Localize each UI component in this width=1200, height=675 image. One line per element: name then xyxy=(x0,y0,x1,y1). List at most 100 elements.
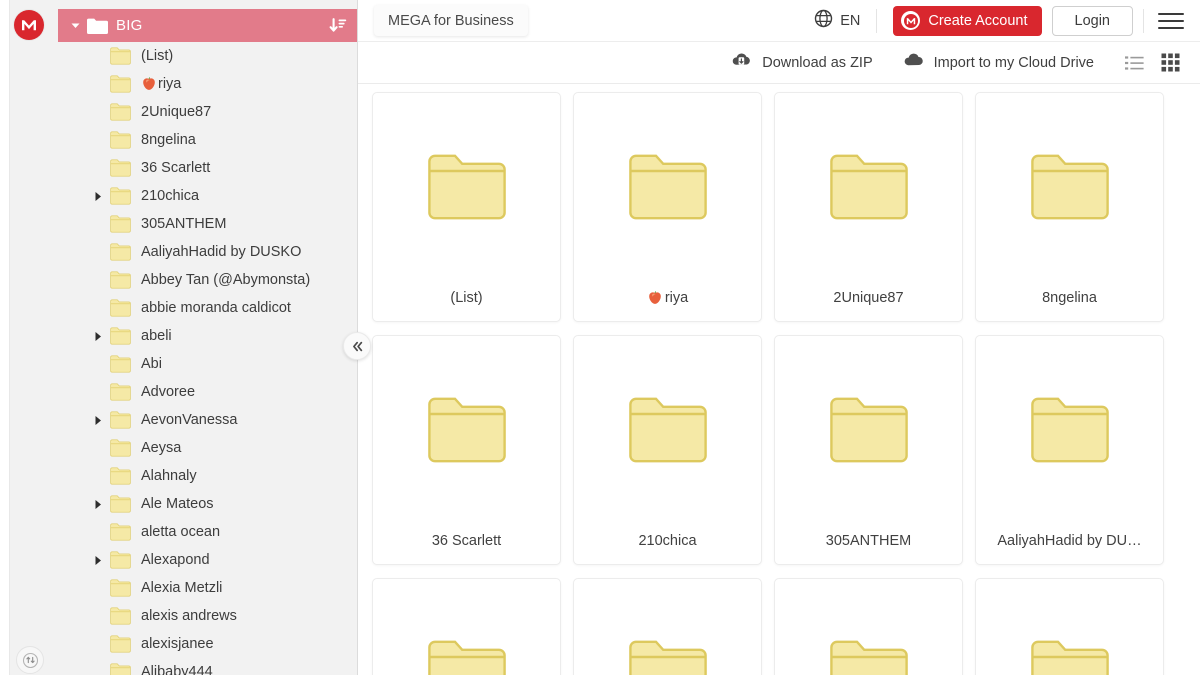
folder-tree-item-label: 2Unique87 xyxy=(141,105,211,120)
expand-folder-icon[interactable] xyxy=(92,554,104,566)
folder-icon xyxy=(574,93,761,275)
folder-tree-item[interactable]: aletta ocean xyxy=(58,518,357,546)
folder-tree-item[interactable]: Ale Mateos xyxy=(58,490,357,518)
mega-for-business-button[interactable]: MEGA for Business xyxy=(374,5,528,36)
topbar-divider-2 xyxy=(1143,8,1144,33)
import-to-cloud-drive-button[interactable]: Import to my Cloud Drive xyxy=(903,51,1094,74)
language-selector[interactable]: EN xyxy=(814,9,860,32)
folder-tile[interactable]: (List) xyxy=(372,92,561,322)
view-toggle-group xyxy=(1124,53,1180,73)
folder-tile-text: 2Unique87 xyxy=(833,290,904,306)
create-account-label: Create Account xyxy=(928,12,1028,29)
mega-logo-icon[interactable] xyxy=(14,10,44,40)
folder-icon xyxy=(574,579,761,675)
folder-tile[interactable] xyxy=(573,578,762,675)
transfers-button[interactable] xyxy=(16,646,44,674)
folder-tile-text: riya xyxy=(664,290,689,306)
topbar-divider-1 xyxy=(876,8,878,33)
folder-icon xyxy=(110,467,131,485)
folder-tree-item-text: AevonVanessa xyxy=(141,411,238,428)
folder-tree[interactable]: (List) riya 2Unique87 8ngelina 36 Scarlett 21… xyxy=(58,42,357,675)
folder-tree-item[interactable]: AaliyahHadid by DUSKO xyxy=(58,238,357,266)
folder-tile[interactable]: riya xyxy=(573,92,762,322)
folder-tree-item-label: Aeysa xyxy=(141,441,181,456)
expand-folder-icon[interactable] xyxy=(92,498,104,510)
folder-tree-item[interactable]: 210chica xyxy=(58,182,357,210)
folder-tree-item[interactable]: 305ANTHEM xyxy=(58,210,357,238)
folder-icon xyxy=(110,327,131,345)
folder-tile[interactable]: 8ngelina xyxy=(975,92,1164,322)
folder-tile[interactable] xyxy=(975,578,1164,675)
folder-tree-item-text: abbie moranda caldicot xyxy=(141,299,291,316)
folder-tree-item[interactable]: 8ngelina xyxy=(58,126,357,154)
list-view-icon[interactable] xyxy=(1124,53,1144,73)
folder-tile[interactable]: 2Unique87 xyxy=(774,92,963,322)
folder-icon xyxy=(110,411,131,429)
folder-tree-item-label: Alexapond xyxy=(141,553,210,568)
download-as-zip-button[interactable]: Download as ZIP xyxy=(731,51,873,74)
folder-icon xyxy=(110,635,131,653)
folder-tree-item[interactable]: Alibaby444 xyxy=(58,658,357,675)
sort-descending-icon[interactable] xyxy=(328,16,348,36)
folder-icon xyxy=(976,93,1163,275)
folder-tree-item-label: alexis andrews xyxy=(141,609,237,624)
folder-tree-item-text: Advoree xyxy=(141,383,196,400)
folder-icon xyxy=(110,187,131,205)
folder-tree-item[interactable]: alexisjanee xyxy=(58,630,357,658)
folder-tree-item[interactable]: (List) xyxy=(58,42,357,70)
folder-tree-item[interactable]: Abi xyxy=(58,350,357,378)
mega-badge-icon xyxy=(901,11,921,30)
folder-tree-item[interactable]: abbie moranda caldicot xyxy=(58,294,357,322)
top-navigation-bar: MEGA for Business EN Create Account Logi… xyxy=(358,0,1200,42)
folder-tile-label: riya xyxy=(574,275,761,321)
folder-icon xyxy=(110,215,131,233)
folder-tree-item[interactable]: alexis andrews xyxy=(58,602,357,630)
folder-tree-item[interactable]: Abbey Tan (@Abymonsta) xyxy=(58,266,357,294)
mega-file-browser: BIG (List) riya 2Unique87 8ngelina 36 Scarle… xyxy=(0,0,1200,675)
create-account-button[interactable]: Create Account xyxy=(893,5,1042,36)
folder-tree-item[interactable]: Alexapond xyxy=(58,546,357,574)
folder-tile-text: 36 Scarlett xyxy=(431,533,502,549)
folder-icon xyxy=(373,336,560,518)
folder-tile[interactable]: 36 Scarlett xyxy=(372,335,561,565)
login-label: Login xyxy=(1074,12,1110,29)
folder-tree-item[interactable]: 36 Scarlett xyxy=(58,154,357,182)
login-button[interactable]: Login xyxy=(1051,5,1133,36)
folder-tree-item[interactable]: Alexia Metzli xyxy=(58,574,357,602)
folder-tile-label: 36 Scarlett xyxy=(373,518,560,564)
expand-folder-icon[interactable] xyxy=(92,190,104,202)
caret-down-icon[interactable] xyxy=(68,19,82,33)
folder-icon xyxy=(110,579,131,597)
folder-tree-item[interactable]: AevonVanessa xyxy=(58,406,357,434)
folder-tile[interactable] xyxy=(774,578,963,675)
folder-tile[interactable] xyxy=(372,578,561,675)
folder-tree-item[interactable]: Alahnaly xyxy=(58,462,357,490)
folder-tile-label: 2Unique87 xyxy=(775,275,962,321)
folder-tree-item[interactable]: 2Unique87 xyxy=(58,98,357,126)
import-to-cloud-drive-label: Import to my Cloud Drive xyxy=(933,54,1094,71)
hamburger-menu-icon[interactable] xyxy=(1158,8,1184,34)
folder-tile[interactable]: 305ANTHEM xyxy=(774,335,963,565)
folder-tile-label: 8ngelina xyxy=(976,275,1163,321)
sidebar-collapse-button[interactable] xyxy=(343,332,371,360)
folder-tree-item-text: Abbey Tan (@Abymonsta) xyxy=(141,271,311,288)
folder-tile[interactable]: 210chica xyxy=(573,335,762,565)
folder-tree-item[interactable]: Advoree xyxy=(58,378,357,406)
globe-icon xyxy=(814,9,833,32)
folder-icon xyxy=(574,336,761,518)
grid-view-icon[interactable] xyxy=(1160,53,1180,73)
folder-tree-item[interactable]: Aeysa xyxy=(58,434,357,462)
folder-tree-item[interactable]: riya xyxy=(58,70,357,98)
folder-grid: (List) riya 2Unique87 8ngelina 36 Scarlett 21… xyxy=(372,92,1186,675)
folder-tree-item-label: Advoree xyxy=(141,385,195,400)
folder-tree-item-text: 210chica xyxy=(141,187,200,204)
sidebar-root-folder-header[interactable]: BIG xyxy=(58,9,357,42)
folder-tree-item[interactable]: abeli xyxy=(58,322,357,350)
folder-tile-text: 8ngelina xyxy=(1042,290,1097,306)
folder-tree-item-label: Abi xyxy=(141,357,162,372)
expand-folder-icon[interactable] xyxy=(92,330,104,342)
folder-tree-item-text: Alibaby444 xyxy=(141,663,213,675)
expand-folder-icon[interactable] xyxy=(92,414,104,426)
folder-tile[interactable]: AaliyahHadid by DU… xyxy=(975,335,1164,565)
folder-tile-label: AaliyahHadid by DU… xyxy=(976,518,1163,564)
